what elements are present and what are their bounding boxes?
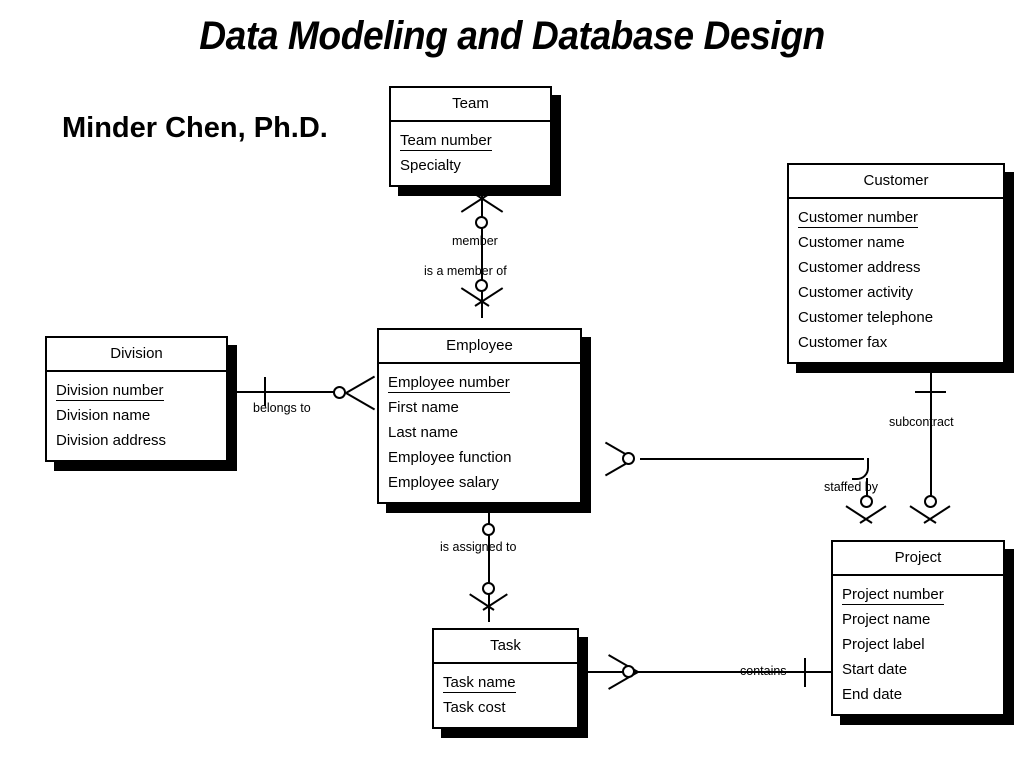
- entity-task-attributes: Task name Task cost: [434, 664, 577, 727]
- crowfoot-project-subcontract-right: [923, 505, 951, 524]
- attribute-row: First name: [388, 399, 459, 416]
- optional-circle-employee-member-end: [475, 279, 488, 292]
- attribute-row: Employee function: [388, 449, 512, 466]
- attribute-row: Customer name: [798, 234, 905, 251]
- connector-task-project: [570, 671, 832, 673]
- attribute-row: Customer activity: [798, 284, 914, 301]
- one-tick-customer-end: [915, 391, 946, 393]
- entity-project-title: Project: [833, 542, 1003, 576]
- relationship-label-subcontract: subcontract: [889, 415, 954, 429]
- attribute-row: Last name: [388, 424, 459, 441]
- entity-team[interactable]: Team Team number Specialty: [389, 86, 552, 187]
- attribute-row: Start date: [842, 661, 908, 678]
- relationship-label-member: member: [452, 234, 498, 248]
- relationship-label-is-a-member-of: is a member of: [424, 264, 507, 278]
- optional-circle-contains-task-end: [622, 665, 635, 678]
- entity-project[interactable]: Project Project number Project name Proj…: [831, 540, 1005, 716]
- relationship-label-staffed-by: staffed by: [824, 480, 878, 494]
- entity-division[interactable]: Division Division number Division name D…: [45, 336, 228, 462]
- attribute-row: Customer number: [798, 209, 919, 228]
- entity-team-title: Team: [391, 88, 550, 122]
- attribute-row: Division name: [56, 407, 151, 424]
- entity-customer[interactable]: Customer Customer number Customer name C…: [787, 163, 1005, 364]
- entity-employee-attributes: Employee number First name Last name Emp…: [379, 364, 580, 502]
- author-name: Minder Chen, Ph.D.: [62, 112, 328, 144]
- connector-division-employee: [228, 391, 344, 393]
- optional-circle-team-end: [475, 216, 488, 229]
- entity-customer-title: Customer: [789, 165, 1003, 199]
- entity-task-title: Task: [434, 630, 577, 664]
- attribute-row: Project label: [842, 636, 925, 653]
- optional-circle-subcontract-project-end: [924, 495, 937, 508]
- entity-customer-attributes: Customer number Customer name Customer a…: [789, 199, 1003, 362]
- attribute-row: Project name: [842, 611, 931, 628]
- entity-employee[interactable]: Employee Employee number First name Last…: [377, 328, 582, 504]
- entity-division-attributes: Division number Division name Division a…: [47, 372, 226, 460]
- optional-circle-assigned-employee-end: [482, 523, 495, 536]
- attribute-row: Task name: [443, 674, 516, 693]
- attribute-row: Customer address: [798, 259, 921, 276]
- relationship-label-is-assigned-to: is assigned to: [440, 540, 517, 554]
- entity-project-attributes: Project number Project name Project labe…: [833, 576, 1003, 714]
- entity-employee-title: Employee: [379, 330, 580, 364]
- optional-circle-assigned-task-end: [482, 582, 495, 595]
- entity-division-title: Division: [47, 338, 226, 372]
- relationship-label-contains: contains: [740, 664, 787, 678]
- slide-canvas: Data Modeling and Database Design Minder…: [0, 0, 1024, 768]
- crowfoot-employee-division-bottom: [345, 392, 376, 411]
- crowfoot-project-staffed-right: [859, 505, 887, 524]
- attribute-row: Project number: [842, 586, 944, 605]
- crowfoot-team-right: [474, 193, 504, 213]
- connector-employee-project-horizontal: [640, 458, 864, 460]
- entity-task[interactable]: Task Task name Task cost: [432, 628, 579, 729]
- crowfoot-task-assigned-right: [482, 593, 508, 611]
- entity-team-attributes: Team number Specialty: [391, 122, 550, 185]
- attribute-row: Task cost: [443, 699, 506, 716]
- optional-circle-belongs-to-employee-end: [333, 386, 346, 399]
- crowfoot-team-left: [460, 193, 490, 213]
- attribute-row: Customer fax: [798, 334, 888, 351]
- page-title: Data Modeling and Database Design: [199, 14, 825, 58]
- attribute-row: Employee number: [388, 374, 510, 393]
- relationship-label-belongs-to: belongs to: [253, 401, 311, 415]
- attribute-row: Team number: [400, 132, 492, 151]
- attribute-row: Employee salary: [388, 474, 499, 491]
- optional-circle-staffed-by-employee-end: [622, 452, 635, 465]
- connector-employee-project-corner: [852, 458, 869, 480]
- attribute-row: Division address: [56, 432, 167, 449]
- one-tick-project-contains-end: [804, 658, 806, 687]
- optional-circle-staffed-by-project-end: [860, 495, 873, 508]
- attribute-row: Division number: [56, 382, 164, 401]
- attribute-row: End date: [842, 686, 903, 703]
- attribute-row: Customer telephone: [798, 309, 934, 326]
- attribute-row: Specialty: [400, 157, 461, 174]
- crowfoot-employee-division-top: [345, 375, 376, 394]
